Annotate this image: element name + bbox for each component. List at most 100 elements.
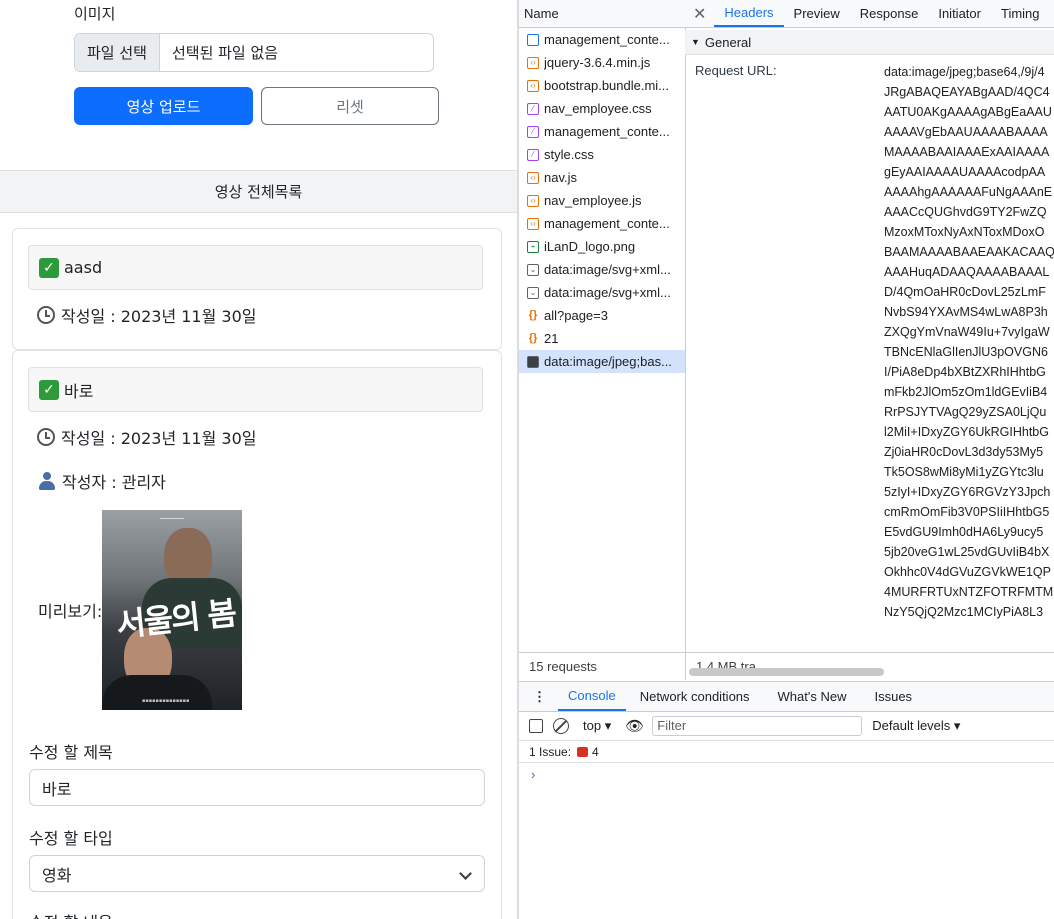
reset-button[interactable]: 리셋 [261,87,439,125]
issue-icon [577,746,589,757]
request-url-line: AAAAhgAAAAAAFuNgAAAnE [884,185,1053,199]
video-title-text: aasd [64,258,103,277]
request-row[interactable]: ⁄ nav_employee.css [519,97,685,120]
file-input[interactable]: 파일 선택 선택된 파일 없음 [74,33,434,72]
tab-initiator[interactable]: Initiator [928,0,991,27]
chevron-down-icon [459,867,472,880]
request-url-line: BAAMAAAABAAEAAKACAAQ [884,245,1054,259]
request-row[interactable]: management_conte... [519,28,685,51]
drawer-tabs: ⋮ Console Network conditions What's New … [519,681,1054,712]
console-toolbar: top ▾ 👁 Filter Default levels ▾ [519,711,1054,741]
edit-type-value: 영화 [42,865,72,885]
request-row[interactable]: ‹› nav_employee.js [519,189,685,212]
request-url-line: AAAAVgEbAAUAAAABAAAA [884,125,1048,139]
preview-label: 미리보기: [38,602,103,621]
request-url-line: E5vdGU9Imh0dHA6Ly9ucy5 [884,525,1044,539]
general-section-header[interactable]: ▼ General [685,30,1054,55]
request-list: Name management_conte... ‹› jquery-3.6.4.m… [519,0,686,680]
clear-console-icon[interactable] [553,717,569,734]
tab-console[interactable]: Console [558,682,626,711]
file-select-button[interactable]: 파일 선택 [75,34,160,71]
issues-count: 4 [592,744,599,759]
upload-button[interactable]: 영상 업로드 [74,87,253,125]
issues-row[interactable]: 1 Issue: 4 [519,741,1054,763]
eye-icon[interactable]: 👁 [625,717,644,735]
video-card: ✓ 바로 작성일 : 2023년 11월 30일 작성자 : 관리자 미리보기:… [12,350,502,919]
web-page: 이미지 파일 선택 선택된 파일 없음 영상 업로드 리셋 영상 전체목록 ✓ … [0,0,517,919]
created-date: 작성일 : 2023년 11월 30일 [37,303,257,327]
tab-timing[interactable]: Timing [991,0,1050,27]
request-url-line: NzY5QjQ2Mzc1MCIyPiA8L3 [884,605,1044,619]
author-text: 작성자 : 관리자 [62,473,166,492]
context-selector[interactable]: top ▾ [583,718,611,734]
request-url-line: D/4QmOaHR0cDovL25zLmF [884,285,1046,299]
request-name: jquery-3.6.4.min.js [544,55,651,70]
request-url-line: cmRmOmFib3V0PSIiIHhtbG5 [884,505,1050,519]
request-name: bootstrap.bundle.mi... [544,78,670,93]
request-row[interactable]: {} 21 [519,327,685,350]
request-row[interactable]: {} all?page=3 [519,304,685,327]
tab-whats-new[interactable]: What's New [764,682,861,711]
request-url-line: Zj0iaHR0cDovL3d3dy53My5 [884,445,1044,459]
css-file-icon: ⁄ [527,125,539,138]
request-name: data:image/svg+xml... [544,285,671,300]
request-count: 15 requests [529,658,597,674]
edit-type-select[interactable]: 영화 [29,855,485,892]
request-row[interactable]: ‹› jquery-3.6.4.min.js [519,51,685,74]
request-url-line: Okhhc0V4dGVuZGVkWE1QP [884,565,1051,579]
edit-title-input[interactable]: 바로 [29,769,485,806]
request-url-line: ZXQgYmVnaW49Iu+7vyIgaW [884,325,1050,339]
request-url-line: 5jb20veG1wL25vdGUvIiB4bX [884,545,1050,559]
request-row[interactable]: ⌄ data:image/svg+xml... [519,258,685,281]
check-icon: ✓ [39,379,59,400]
name-column-header[interactable]: Name [519,0,685,28]
svg-file-icon: ⌄ [527,286,539,299]
css-file-icon: ⁄ [527,148,539,161]
request-row[interactable]: ⌁ iLanD_logo.png [519,235,685,258]
js-file-icon: ‹› [527,171,539,184]
request-name: iLanD_logo.png [544,239,636,254]
request-url-line: l2MiI+IDxyZGY6UkRGIHhtbG [884,425,1049,439]
horizontal-scrollbar[interactable] [689,668,884,676]
tab-preview[interactable]: Preview [784,0,850,27]
request-name: data:image/svg+xml... [544,262,671,277]
request-name: nav.js [544,170,577,185]
svg-file-icon: ⌄ [527,263,539,276]
sidebar-toggle-icon[interactable] [529,718,543,733]
request-row[interactable]: ‹› management_conte... [519,212,685,235]
tab-network-conditions[interactable]: Network conditions [626,682,764,711]
fetch-file-icon: {} [528,332,538,344]
file-status: 선택된 파일 없음 [171,44,279,62]
close-icon[interactable]: ✕ [685,4,714,24]
doc-file-icon [527,33,539,46]
fetch-file-icon: {} [528,309,538,321]
tab-response[interactable]: Response [850,0,929,27]
request-row[interactable]: ⁄ management_conte... [519,120,685,143]
request-url-label: Request URL: [695,63,777,78]
video-title-text: 바로 [64,381,94,401]
request-row[interactable]: data:image/jpeg;bas... [519,350,685,373]
request-url-value: data:image/jpeg;base64,/9j/4 JRgABAQEAYAB… [884,62,1054,622]
tab-issues[interactable]: Issues [860,682,926,711]
user-icon [37,471,57,491]
more-icon[interactable]: ⋮ [519,689,558,705]
author: 작성자 : 관리자 [37,469,166,493]
jpg-file-icon [527,355,539,368]
request-name: management_conte... [544,216,670,231]
tab-headers[interactable]: Headers [714,0,784,27]
console-prompt[interactable]: › [531,767,535,782]
request-row[interactable]: ‹› bootstrap.bundle.mi... [519,74,685,97]
video-title: ✓ aasd [28,245,483,290]
request-url-line: AATU0AKgAAAAgABgEaAAU [884,105,1052,119]
edit-type-label: 수정 할 타입 [29,829,113,848]
levels-dropdown[interactable]: Default levels ▾ [872,718,960,734]
request-url-line: gEyAAIAAAAUAAAAcodpAA [884,165,1046,179]
js-file-icon: ‹› [527,217,539,230]
video-title: ✓ 바로 [28,367,483,412]
request-row[interactable]: ⌄ data:image/svg+xml... [519,281,685,304]
request-row[interactable]: ‹› nav.js [519,166,685,189]
request-url-line: 5zIyI+IDxyZGY6RGVzY3Jpch [884,485,1051,499]
filter-input[interactable]: Filter [652,715,863,736]
clock-icon [37,428,55,446]
request-row[interactable]: ⁄ style.css [519,143,685,166]
